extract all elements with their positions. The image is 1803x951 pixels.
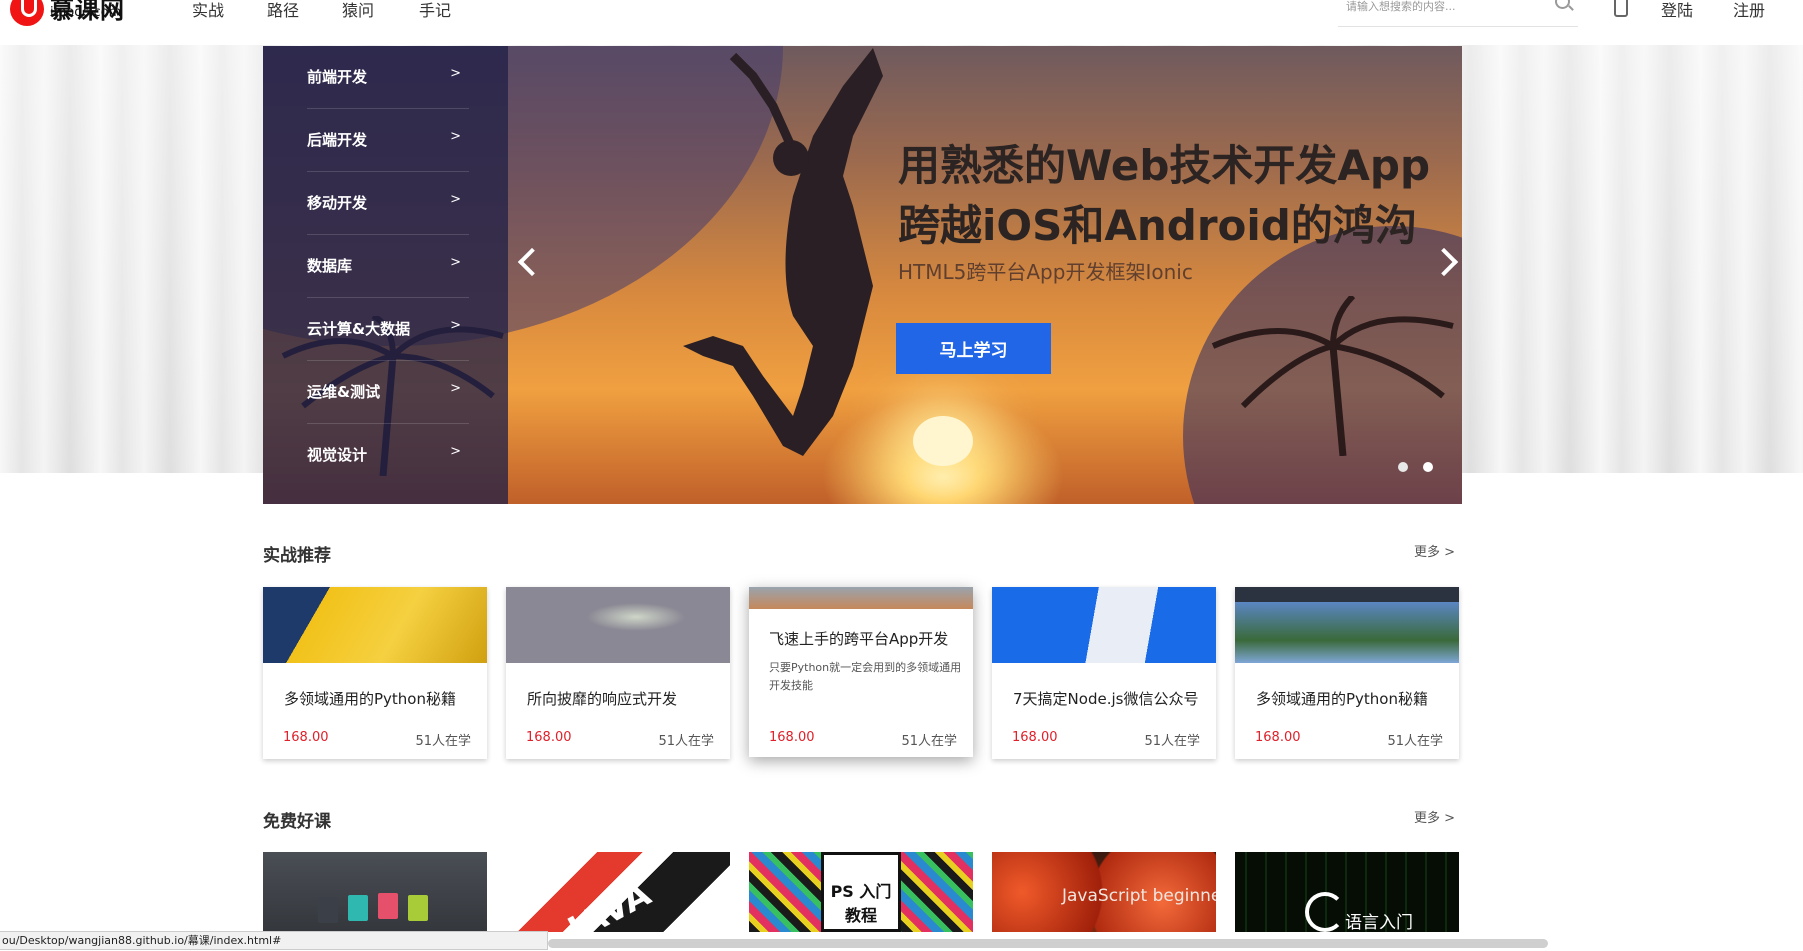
register-link[interactable]: 注册 [1733,0,1765,21]
html-file-icon [378,893,398,919]
banner-subtitle: HTML5跨平台App开发框架Ionic [898,260,1193,284]
course-name: 飞速上手的跨平台App开发 [769,630,949,648]
course-card-label: 语言入门 [1345,913,1413,932]
course-card[interactable]: 多领域通用的Python秘籍 168.00 51人在学 [263,587,487,759]
jumping-woman-silhouette-image [683,48,883,456]
search-box [1338,0,1578,27]
free-course-card[interactable]: PS 入门教程 [749,852,973,932]
more-practical-link[interactable]: 更多 > [1414,541,1455,560]
course-description: 只要Python就一定会用到的多领域通用开发技能 [769,661,962,692]
login-link[interactable]: 登陆 [1661,0,1693,21]
code-file-icon [318,897,338,923]
course-thumbnail-image [749,587,973,609]
course-students: 51人在学 [415,734,471,749]
course-price: 168.00 [526,730,572,745]
course-card-hovered[interactable]: 飞速上手的跨平台App开发 只要Python就一定会用到的多领域通用开发技能 1… [749,587,973,757]
chevron-right-icon: > [450,381,461,396]
category-label: 云计算&大数据 [307,320,411,338]
free-course-card[interactable] [263,852,487,932]
nav-notes[interactable]: 手记 [419,0,451,21]
search-input[interactable] [1338,0,1554,18]
nav-path[interactable]: 路径 [267,0,299,21]
carousel-dot-1[interactable] [1398,462,1408,472]
chevron-right-icon: > [450,318,461,333]
free-course-card[interactable]: 语言入门 [1235,852,1459,932]
more-free-link[interactable]: 更多 > [1414,807,1455,826]
category-database[interactable]: 数据库 > [307,235,469,298]
category-backend[interactable]: 后端开发 > [307,109,469,172]
search-icon[interactable] [1555,0,1570,9]
course-thumbnail-image [992,587,1216,663]
nav-ask[interactable]: 猿问 [342,0,374,21]
c-logo-icon [1305,892,1345,932]
course-price: 168.00 [1255,730,1301,745]
course-name: 多领域通用的Python秘籍 [284,690,456,708]
course-card[interactable]: 所向披靡的响应式开发 168.00 51人在学 [506,587,730,759]
category-cloud-bigdata[interactable]: 云计算&大数据 > [307,298,469,361]
free-course-card[interactable]: JAVA [506,852,730,932]
category-ops-testing[interactable]: 运维&测试 > [307,361,469,424]
category-label: 视觉设计 [307,446,368,464]
banner-title-line1: 用熟悉的Web技术开发App [898,141,1431,190]
mobile-phone-icon[interactable] [1614,0,1628,17]
category-label: 移动开发 [307,194,368,212]
course-card[interactable]: 多领域通用的Python秘籍 168.00 51人在学 [1235,587,1459,759]
course-card-label: JavaScript beginner [1062,886,1216,906]
chevron-right-icon: > [450,129,461,144]
section-title-practical: 实战推荐 [263,546,331,566]
brackets-file-icon [348,895,368,921]
chevron-right-icon: > [450,192,461,207]
section-title-free: 免费好课 [263,812,331,832]
course-card[interactable]: 7天搞定Node.js微信公众号 168.00 51人在学 [992,587,1216,759]
course-card-label: JAVA [561,873,658,932]
course-card-label: PS 入门教程 [830,882,892,925]
course-price: 168.00 [769,730,815,745]
category-frontend[interactable]: 前端开发 > [307,46,469,109]
browser-status-url: ou/Desktop/wangjian88.github.io/幕课/index… [0,931,548,950]
flame-logo-icon [10,0,44,26]
course-name: 7天搞定Node.js微信公众号 [1013,690,1199,708]
category-label: 数据库 [307,257,353,275]
category-mobile[interactable]: 移动开发 > [307,172,469,235]
chevron-right-icon: > [450,66,461,81]
horizontal-scrollbar[interactable] [548,939,1548,948]
course-students: 51人在学 [901,734,957,749]
category-visual-design[interactable]: 视觉设计 > [307,424,469,486]
chevron-right-icon: > [450,255,461,270]
category-label: 运维&测试 [307,383,381,401]
course-price: 168.00 [1012,730,1058,745]
course-price: 168.00 [283,730,329,745]
category-label: 前端开发 [307,68,368,86]
banner-title-line2: 跨越iOS和Android的鸿沟 [898,201,1417,250]
sun-image [913,416,973,466]
css-file-icon [408,895,428,921]
course-students: 51人在学 [1387,734,1443,749]
course-students: 51人在学 [658,734,714,749]
course-thumbnail-image [506,587,730,663]
palm-tree-right-image [1211,296,1454,456]
free-course-card[interactable]: JavaScript beginner [992,852,1216,932]
course-thumbnail-image [1235,587,1459,663]
category-label: 后端开发 [307,131,368,149]
course-name: 所向披靡的响应式开发 [527,690,678,708]
top-header: 慕课网 imooc.com 实战 路径 猿问 手记 登陆 注册 [0,0,1803,27]
chevron-right-icon: > [450,444,461,459]
course-thumbnail-image [263,587,487,663]
start-learning-button[interactable]: 马上学习 [896,323,1051,374]
course-name: 多领域通用的Python秘籍 [1256,690,1428,708]
category-sidebar: 前端开发 > 后端开发 > 移动开发 > 数据库 > 云计算&大数据 > 运维&… [263,46,508,504]
carousel-dot-2[interactable] [1423,462,1433,472]
course-students: 51人在学 [1144,734,1200,749]
nav-practical[interactable]: 实战 [192,0,224,21]
logo-domain: imooc.com [50,5,122,20]
